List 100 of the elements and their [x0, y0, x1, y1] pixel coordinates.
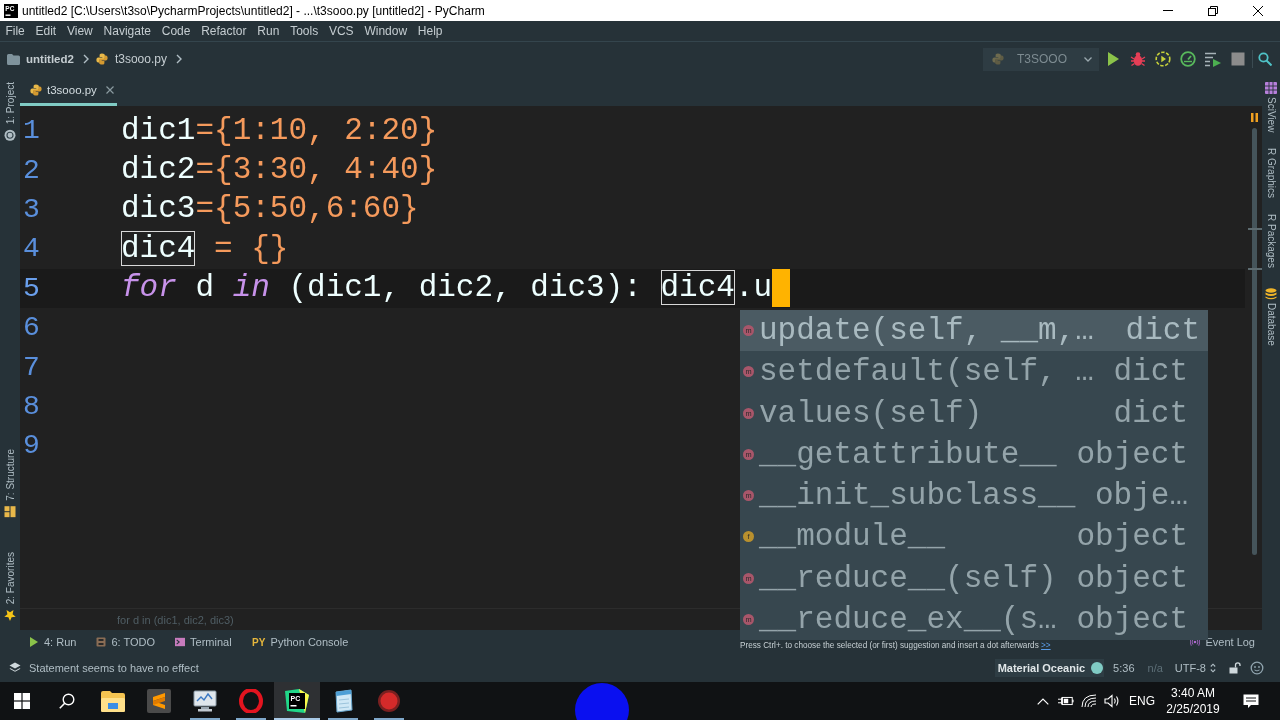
- battery-plug-icon[interactable]: [1058, 694, 1074, 708]
- chevron-right-icon: [82, 54, 89, 64]
- completion-name: __module__: [759, 519, 946, 555]
- caret-position[interactable]: 5:36: [1113, 662, 1135, 674]
- menu-item[interactable]: Run: [251, 24, 285, 38]
- breadcrumb-item[interactable]: t3sooo.py: [114, 52, 167, 66]
- completion-item[interactable]: f __module__ object: [740, 516, 1208, 558]
- wifi-icon[interactable]: [1081, 694, 1097, 708]
- hint-link[interactable]: >>: [1041, 641, 1051, 650]
- menu-item[interactable]: Edit: [30, 24, 62, 38]
- up-down-arrows-icon: [1210, 663, 1216, 673]
- menu-item[interactable]: VCS: [323, 24, 359, 38]
- completion-name: __reduce_ex__(s…: [759, 601, 1057, 637]
- menu-item[interactable]: View: [61, 24, 99, 38]
- tool-window-button[interactable]: 1: Project: [4, 82, 16, 142]
- layers-icon[interactable]: [9, 662, 21, 674]
- windows-start-icon[interactable]: [14, 693, 30, 709]
- menu-item[interactable]: Help: [412, 24, 448, 38]
- code-line: for d in (dic1, dic2, dic3): dic4.u: [121, 269, 773, 308]
- file-encoding[interactable]: UTF-8: [1174, 662, 1206, 674]
- completion-type: object: [1076, 560, 1188, 596]
- completion-type: dict: [1113, 395, 1188, 431]
- line-number: 4: [22, 233, 41, 265]
- tool-window-button[interactable]: R Packages: [1265, 214, 1277, 269]
- clock-time[interactable]: 3:40 AM: [1171, 685, 1215, 701]
- line-number: 3: [22, 193, 41, 225]
- clock-date[interactable]: 2/25/2019: [1166, 701, 1220, 717]
- tool-window-button[interactable]: 2: Favorites: [4, 551, 16, 621]
- caret-down-icon: [1084, 56, 1092, 62]
- line-number: 6: [22, 312, 41, 344]
- tool-window-button[interactable]: 6: TODO: [96, 636, 156, 648]
- scrollbar[interactable]: [1251, 128, 1257, 555]
- menu-item[interactable]: Code: [156, 24, 196, 38]
- python-file-icon: [95, 53, 108, 65]
- completion-item[interactable]: m __init_subclass__ obje…: [740, 475, 1208, 517]
- search-icon[interactable]: [1258, 52, 1272, 66]
- coverage-icon[interactable]: [1155, 51, 1171, 67]
- completion-item[interactable]: m values(self) dict: [740, 392, 1208, 434]
- completion-type: object: [1076, 436, 1188, 472]
- inspector-face-icon[interactable]: [1250, 661, 1264, 675]
- run-list-icon[interactable]: [1205, 51, 1221, 67]
- completion-item[interactable]: m __getattribute__ object: [740, 433, 1208, 475]
- completion-name: update(self, __m,…: [759, 313, 1094, 349]
- chevron-up-icon[interactable]: [1037, 697, 1049, 705]
- folder-icon: [7, 53, 20, 65]
- status-message: Statement seems to have no effect: [29, 662, 199, 674]
- completion-item[interactable]: m setdefault(self, … dict: [740, 351, 1208, 393]
- theme-dot-icon: [1091, 662, 1104, 674]
- speaker-icon[interactable]: [1104, 694, 1120, 708]
- text-cursor: [772, 269, 791, 308]
- restore-icon[interactable]: [1207, 5, 1218, 16]
- line-number: 1: [22, 115, 41, 147]
- unlock-icon[interactable]: [1229, 662, 1241, 674]
- method-icon: m: [743, 490, 754, 502]
- code-line: dic2={3:30, 4:40}: [121, 151, 438, 190]
- run-icon[interactable]: [1105, 51, 1121, 67]
- usage-marker: [1248, 228, 1262, 230]
- play-icon: [29, 637, 39, 647]
- theme-switcher[interactable]: Material Oceanic: [994, 659, 1105, 677]
- completion-type: obje…: [1095, 478, 1188, 514]
- completion-item[interactable]: m __reduce__(self) object: [740, 557, 1208, 599]
- project-circle-icon: [4, 129, 16, 142]
- completion-item[interactable]: m update(self, __m,… dict: [740, 310, 1208, 352]
- tool-window-button[interactable]: Terminal: [175, 636, 232, 648]
- method-icon: m: [743, 448, 754, 460]
- menu-item[interactable]: File: [0, 24, 31, 38]
- menu-item[interactable]: Navigate: [98, 24, 157, 38]
- database-icon: [1265, 288, 1277, 301]
- input-language[interactable]: ENG: [1129, 694, 1155, 708]
- menu-item[interactable]: Tools: [284, 24, 324, 38]
- star-icon: [4, 609, 16, 621]
- menu-item[interactable]: Window: [359, 24, 413, 38]
- terminal-icon: [175, 637, 186, 647]
- stop-icon[interactable]: [1230, 51, 1246, 67]
- tool-window-button[interactable]: 7: Structure: [4, 449, 16, 518]
- menu-item[interactable]: Refactor: [195, 24, 252, 38]
- todo-list-icon: [96, 637, 107, 647]
- opera-ring-icon: [239, 689, 263, 713]
- completion-name: values(self): [759, 395, 983, 431]
- line-number: 7: [22, 351, 41, 383]
- notification-icon[interactable]: [1243, 693, 1259, 709]
- code-line: dic4 = {}: [121, 229, 289, 268]
- tool-window-button[interactable]: 4: Run: [29, 636, 77, 648]
- minimize-icon[interactable]: [1162, 10, 1173, 11]
- breadcrumb-item[interactable]: untitled2: [26, 53, 74, 65]
- record-button-icon: [377, 689, 401, 713]
- tool-window-button[interactable]: SciView: [1265, 82, 1277, 133]
- search-icon[interactable]: [59, 693, 75, 709]
- tool-window-button[interactable]: PY Python Console: [251, 636, 349, 648]
- close-icon[interactable]: [1252, 5, 1263, 16]
- bug-icon[interactable]: [1130, 51, 1146, 67]
- method-icon: m: [743, 325, 754, 337]
- field-icon: f: [743, 531, 754, 543]
- pause-icon[interactable]: [1251, 113, 1258, 122]
- usage-marker: [1248, 268, 1262, 270]
- gauge-icon[interactable]: [1180, 51, 1196, 67]
- tool-window-button[interactable]: Database: [1265, 288, 1277, 347]
- tool-window-button[interactable]: R Graphics: [1265, 148, 1277, 199]
- chevron-right-icon: [175, 54, 182, 64]
- folder-icon: [101, 689, 125, 713]
